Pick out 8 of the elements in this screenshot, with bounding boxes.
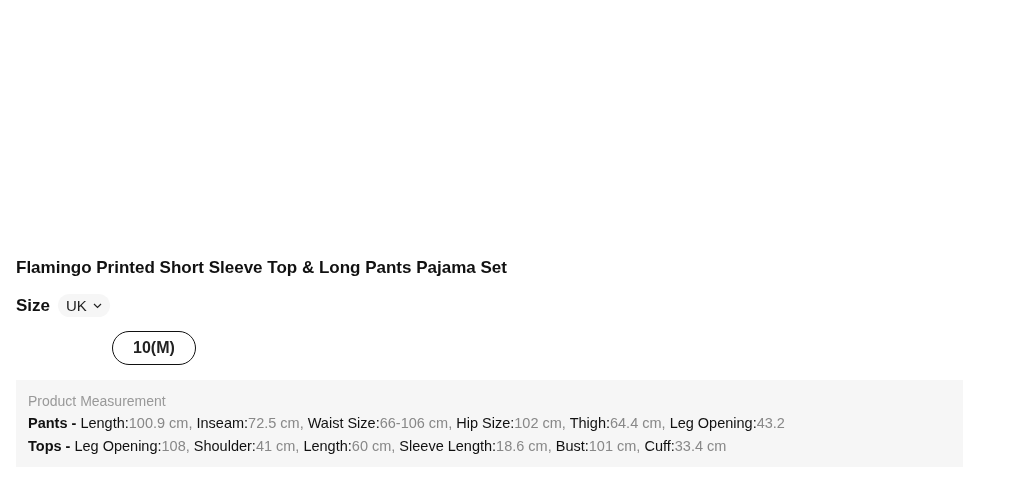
product-title: Flamingo Printed Short Sleeve Top & Long Pants Pajama Set [16,257,508,279]
measurement-line: Tops - Leg Opening:108, Shoulder:41 cm, Length:60 cm, Sleeve Length:18.6 cm, Bust:101 cm, Cuff:33.4 cm [28,437,728,456]
size-label: Size [16,295,51,316]
chevron-icon [92,302,102,309]
region-dropdown[interactable]: UK [58,294,110,317]
measurement-heading: Product Measurement [28,392,167,411]
size-option[interactable]: 10(M) [112,331,196,365]
measurement-line: Pants - Length:100.9 cm, Inseam:72.5 cm, Waist Size:66-106 cm, Hip Size:102 cm, Thigh:64.4 cm, Leg Opening:43.2 [28,414,786,433]
